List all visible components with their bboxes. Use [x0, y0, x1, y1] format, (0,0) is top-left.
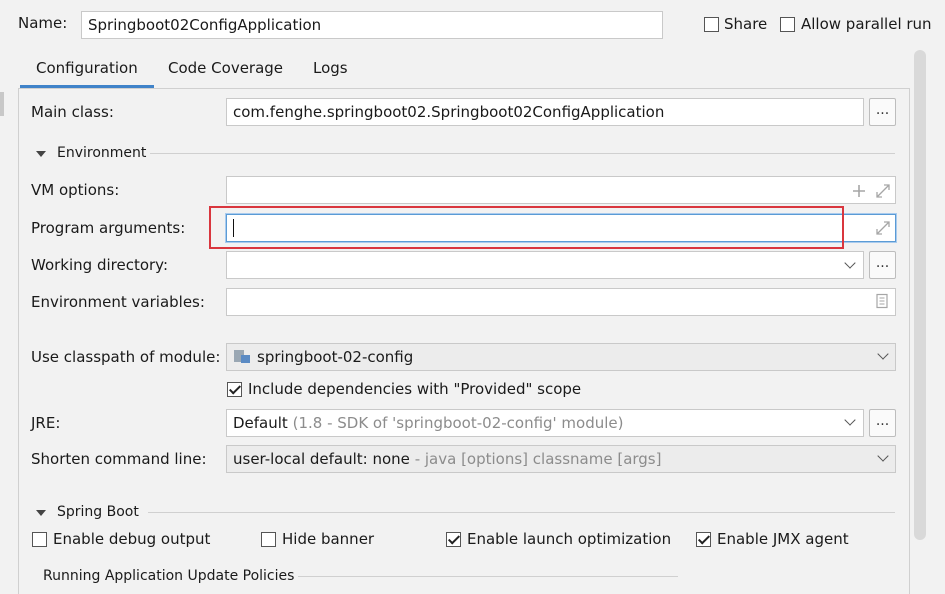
spring-boot-divider [148, 512, 895, 513]
working-directory-browse-button[interactable]: ... [869, 251, 896, 279]
hide-banner-checkbox[interactable] [261, 532, 276, 547]
enable-launch-optimization-checkbox[interactable] [446, 532, 461, 547]
working-directory-input[interactable] [226, 251, 864, 279]
allow-parallel-run-checkbox[interactable] [780, 17, 795, 32]
shorten-command-line-label: Shorten command line: [31, 450, 207, 468]
left-edge-strip [0, 92, 4, 116]
shorten-command-line-value: user-local default: none [233, 450, 410, 468]
main-class-label: Main class: [31, 103, 114, 121]
program-arguments-label: Program arguments: [31, 219, 186, 237]
classpath-module-value: springboot-02-config [257, 348, 414, 366]
environment-divider [150, 153, 895, 154]
update-policies-section-title: Running Application Update Policies [43, 568, 295, 584]
module-folder-icon [234, 350, 250, 363]
spring-boot-collapse-icon[interactable] [36, 510, 46, 516]
shorten-command-line-select[interactable]: user-local default: none - java [options… [226, 445, 896, 473]
vertical-scrollbar[interactable] [914, 50, 926, 540]
tab-logs[interactable]: Logs [297, 50, 364, 88]
vm-options-label: VM options: [31, 181, 120, 199]
name-label: Name: [18, 14, 68, 32]
jre-hint: (1.8 - SDK of 'springboot-02-config' mod… [292, 414, 624, 432]
include-dependencies-checkbox[interactable] [227, 382, 242, 397]
jre-select[interactable]: Default (1.8 - SDK of 'springboot-02-con… [226, 409, 864, 437]
configuration-panel [18, 89, 910, 594]
enable-debug-output-label: Enable debug output [53, 530, 211, 548]
classpath-module-select[interactable]: springboot-02-config [226, 343, 896, 371]
environment-section-title: Environment [57, 145, 147, 161]
enable-launch-optimization-label: Enable launch optimization [467, 530, 672, 548]
vm-options-input[interactable] [226, 176, 896, 204]
include-dependencies-label: Include dependencies with "Provided" sco… [248, 380, 582, 398]
share-checkbox[interactable] [704, 17, 719, 32]
environment-variables-label: Environment variables: [31, 293, 205, 311]
expand-icon[interactable] [875, 183, 891, 199]
allow-parallel-run-label: Allow parallel run [801, 15, 932, 33]
environment-collapse-icon[interactable] [36, 151, 46, 157]
name-input[interactable]: Springboot02ConfigApplication [81, 11, 663, 39]
classpath-module-label: Use classpath of module: [31, 348, 221, 366]
enable-jmx-agent-label: Enable JMX agent [717, 530, 849, 548]
update-policies-divider [298, 576, 678, 577]
enable-debug-output-checkbox[interactable] [32, 532, 47, 547]
tab-code-coverage[interactable]: Code Coverage [152, 50, 299, 88]
main-class-input[interactable]: com.fenghe.springboot02.Springboot02Conf… [226, 98, 864, 126]
shorten-command-line-hint: - java [options] classname [args] [414, 450, 662, 468]
tab-configuration[interactable]: Configuration [20, 50, 154, 88]
add-icon[interactable] [851, 183, 867, 199]
document-icon[interactable] [874, 293, 890, 309]
working-directory-label: Working directory: [31, 256, 169, 274]
environment-variables-input[interactable] [226, 288, 896, 316]
main-class-browse-button[interactable]: ... [869, 98, 896, 126]
program-arguments-expand-icon[interactable] [875, 220, 891, 236]
share-label: Share [724, 15, 768, 33]
jre-label: JRE: [31, 414, 61, 432]
spring-boot-section-title: Spring Boot [57, 504, 139, 520]
jre-browse-button[interactable]: ... [869, 409, 896, 437]
jre-value: Default [233, 414, 288, 432]
enable-jmx-agent-checkbox[interactable] [696, 532, 711, 547]
highlight-box [209, 206, 844, 249]
hide-banner-label: Hide banner [282, 530, 375, 548]
